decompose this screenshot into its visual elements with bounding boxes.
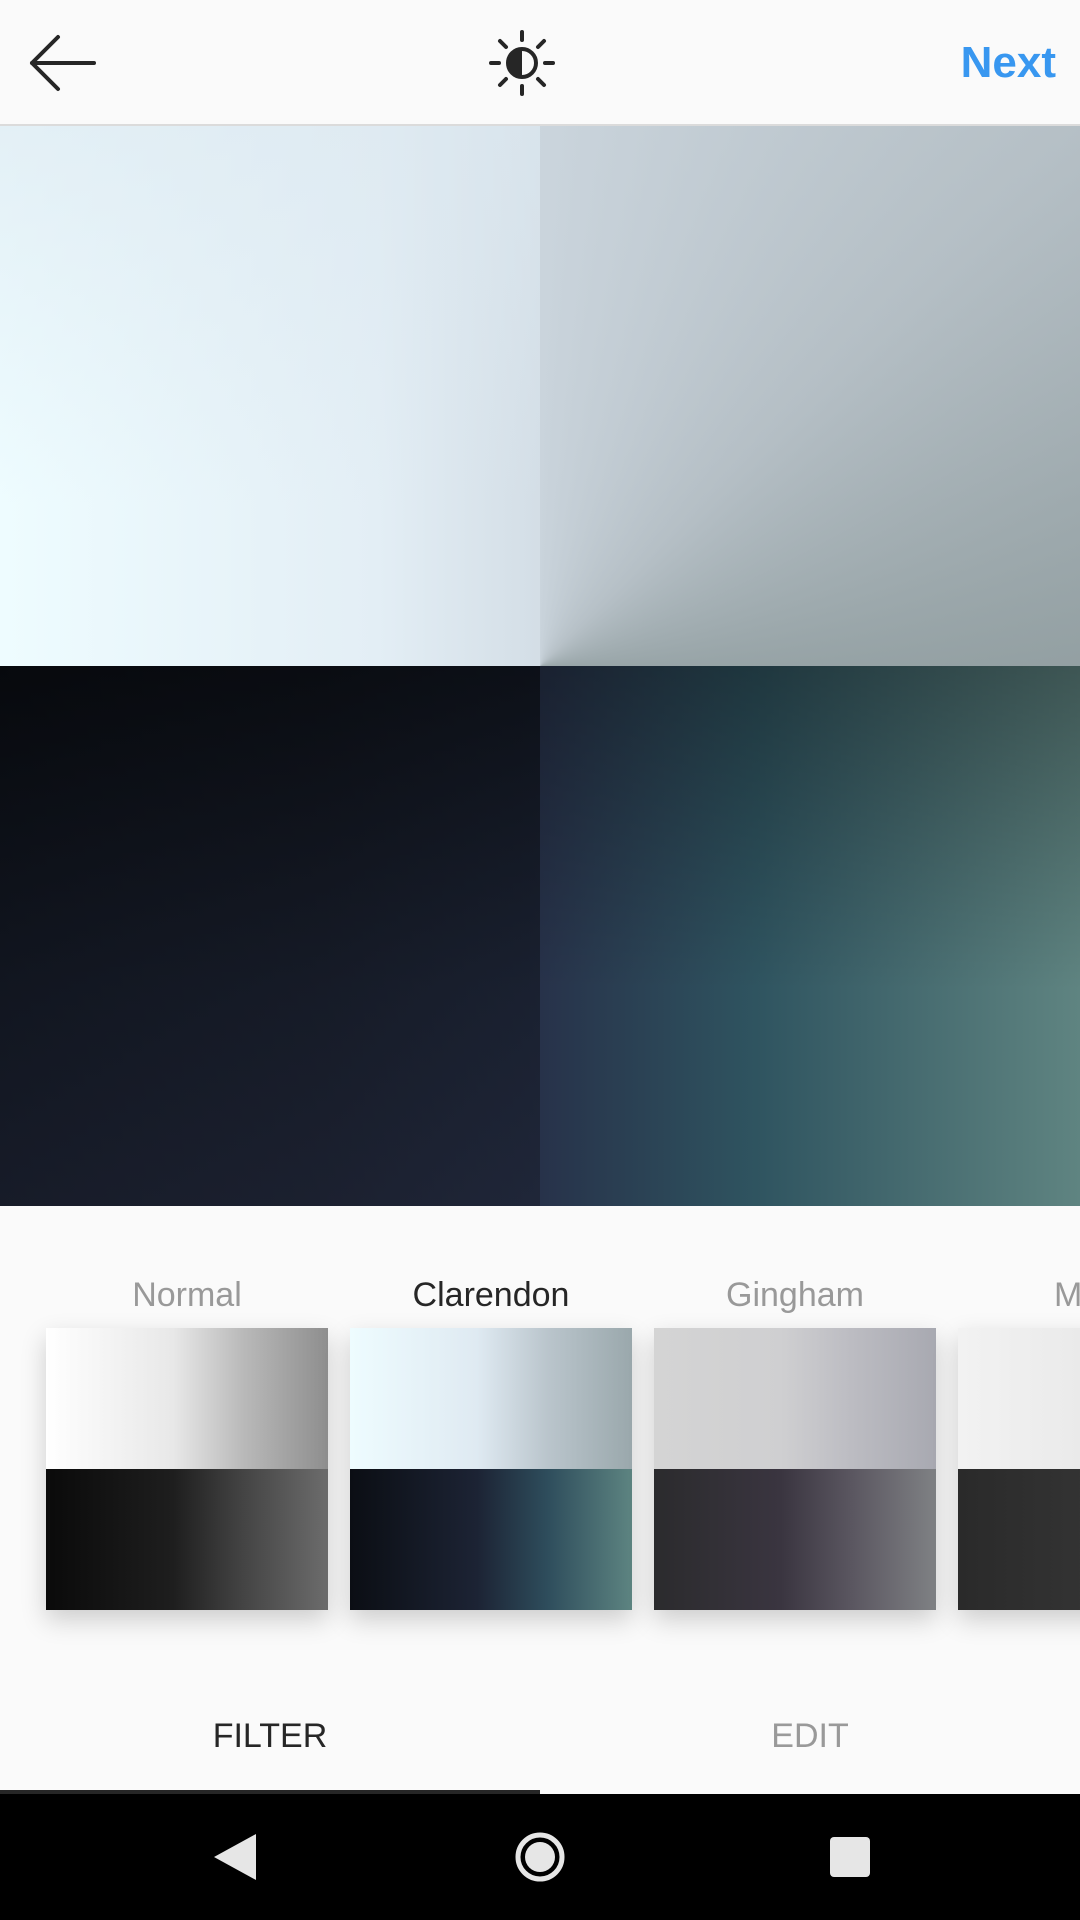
photo-top-right xyxy=(540,126,1080,666)
filter-label: M xyxy=(1054,1276,1080,1314)
filter-partial[interactable]: M xyxy=(958,1206,1080,1626)
next-button[interactable]: Next xyxy=(961,30,1056,96)
photo-preview xyxy=(0,126,1080,1206)
filter-strip[interactable]: Normal Clarendon Gingham M xyxy=(0,1206,1080,1666)
nav-recents-button[interactable] xyxy=(815,1824,885,1890)
top-bar: Next xyxy=(0,0,1080,126)
photo-bottom-left xyxy=(0,666,540,1206)
tab-edit[interactable]: EDIT xyxy=(540,1666,1080,1794)
filter-label: Clarendon xyxy=(412,1276,570,1314)
lux-button[interactable] xyxy=(480,28,564,98)
filter-thumbnail[interactable] xyxy=(958,1328,1080,1610)
filter-thumbnail[interactable] xyxy=(654,1328,936,1610)
nav-home-button[interactable] xyxy=(505,1824,575,1890)
filter-normal[interactable]: Normal xyxy=(46,1206,328,1626)
filter-thumbnail[interactable] xyxy=(350,1328,632,1610)
filter-gingham[interactable]: Gingham xyxy=(654,1206,936,1626)
filter-clarendon[interactable]: Clarendon xyxy=(350,1206,632,1626)
brightness-contrast-icon xyxy=(489,30,555,96)
nav-recents-icon xyxy=(830,1837,870,1877)
nav-home-icon xyxy=(515,1832,565,1882)
back-button[interactable] xyxy=(22,28,102,98)
arrow-left-icon xyxy=(30,35,96,91)
nav-back-icon xyxy=(214,1834,256,1880)
filter-label: Normal xyxy=(132,1276,242,1314)
mode-tabs: FILTER EDIT xyxy=(0,1666,1080,1794)
filter-label: Gingham xyxy=(726,1276,864,1314)
tab-filter[interactable]: FILTER xyxy=(0,1666,540,1794)
nav-back-button[interactable] xyxy=(200,1824,270,1890)
system-nav-bar xyxy=(0,1794,1080,1920)
filter-thumbnail[interactable] xyxy=(46,1328,328,1610)
